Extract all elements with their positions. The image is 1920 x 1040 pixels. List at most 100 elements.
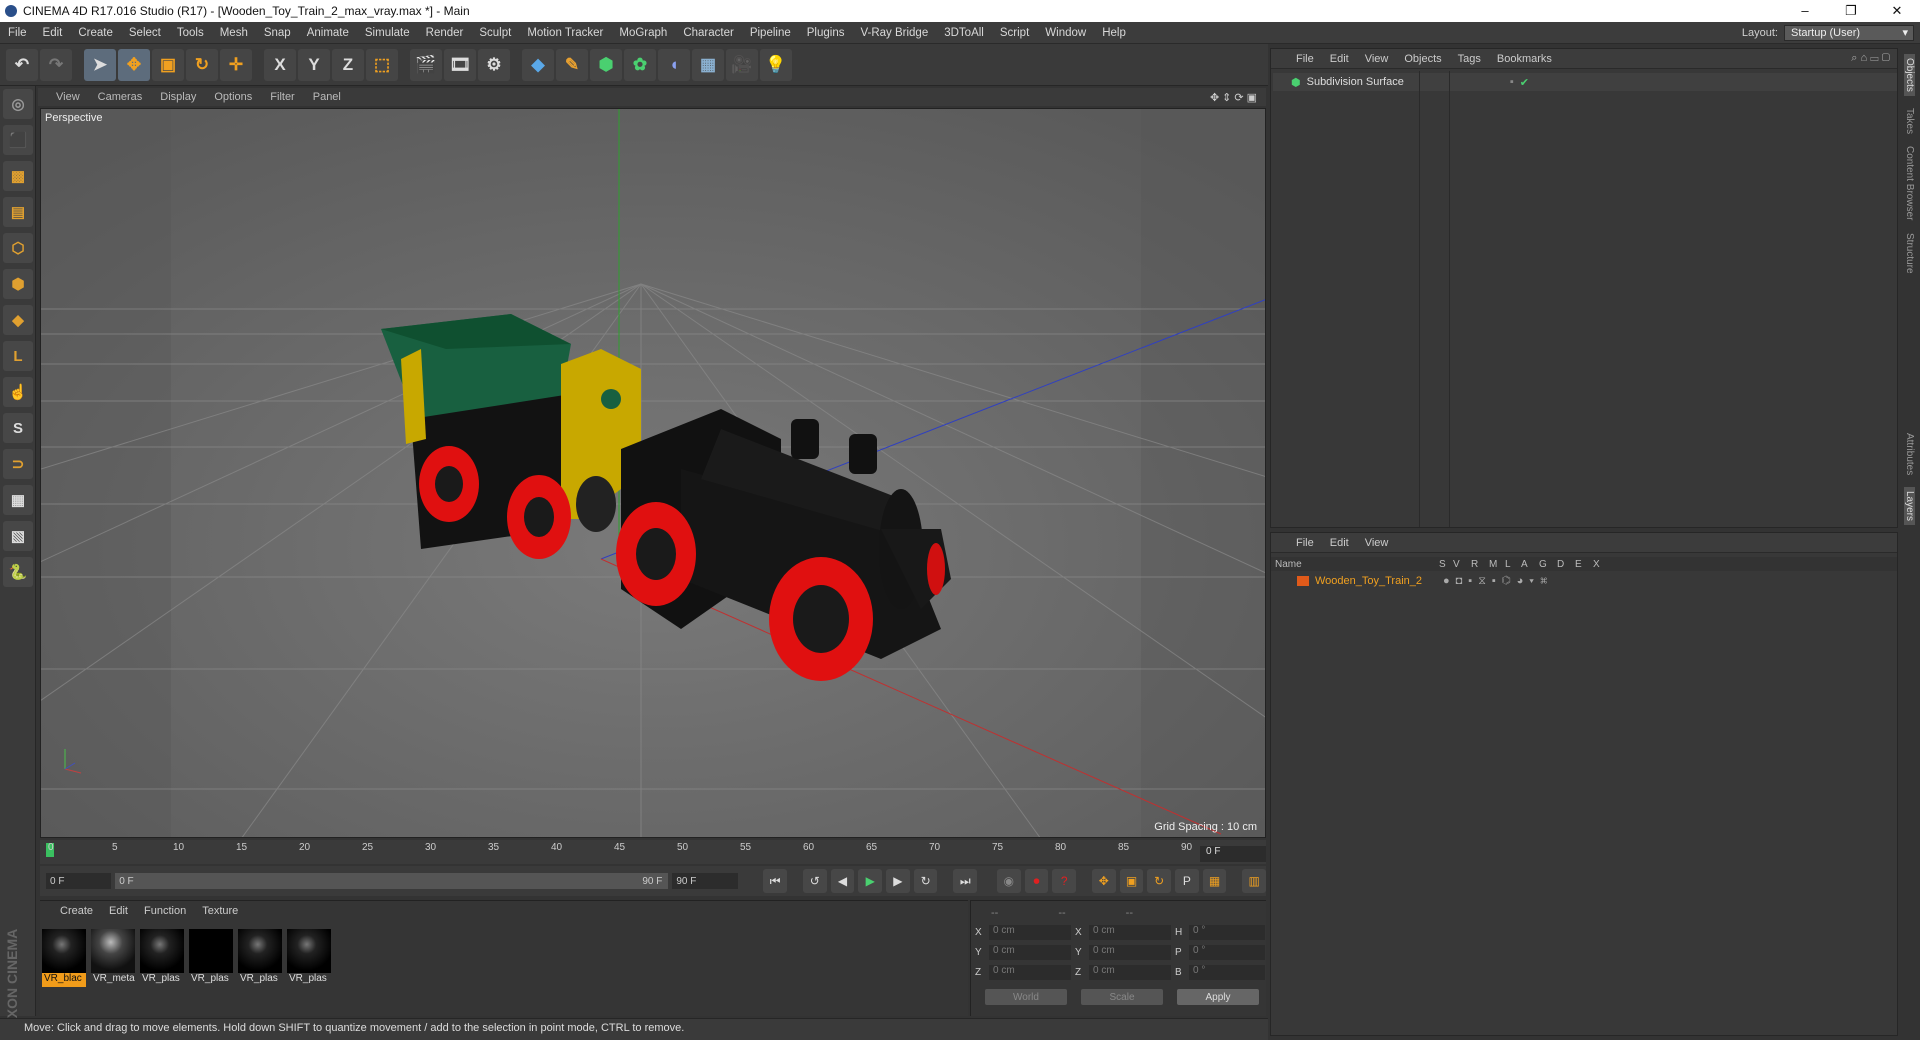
autokey-icon[interactable]: ⏺: [1024, 869, 1049, 893]
move-tool-icon[interactable]: ✥: [118, 48, 150, 81]
menu-character[interactable]: Character: [675, 27, 742, 39]
rotation-b-field[interactable]: 0 °: [1189, 965, 1265, 980]
material-swatch[interactable]: VR_meta: [91, 929, 135, 987]
timeline-ruler[interactable]: 0 5 10 15 20 25 30 35 40 45 50 55 60 65 …: [40, 840, 1266, 864]
object-row[interactable]: ⬢ Subdivision Surface ▪ ✔: [1273, 73, 1897, 91]
layer-color-swatch[interactable]: [1297, 576, 1309, 586]
start-frame-field[interactable]: 0 F: [46, 873, 112, 889]
rotate-tool-icon[interactable]: ↻: [186, 48, 218, 81]
menu-render[interactable]: Render: [418, 27, 472, 39]
viewport-menu-cameras[interactable]: Cameras: [90, 91, 151, 103]
material-swatch[interactable]: VR_plas: [189, 929, 233, 987]
obj-menu-file[interactable]: File: [1289, 53, 1321, 65]
points-mode-icon[interactable]: ⬡: [3, 233, 33, 263]
visibility-toggle-icon[interactable]: ▪: [1510, 76, 1514, 88]
key-rotation-icon[interactable]: ↻: [1147, 869, 1172, 893]
tab-layers[interactable]: Layers: [1904, 487, 1915, 526]
mograph-cloner-icon[interactable]: ✿: [624, 48, 656, 81]
x-axis-lock-button[interactable]: X: [264, 48, 296, 81]
viewport-menu-panel[interactable]: Panel: [305, 91, 349, 103]
menu-motion-tracker[interactable]: Motion Tracker: [519, 27, 611, 39]
prev-key-icon[interactable]: ↺: [802, 869, 827, 893]
floor-icon[interactable]: ▦: [692, 48, 724, 81]
camera-icon[interactable]: 🎥: [726, 48, 758, 81]
material-swatch[interactable]: VR_blac: [42, 929, 86, 987]
material-swatch[interactable]: VR_plas: [238, 929, 282, 987]
layer-menu-file[interactable]: File: [1289, 537, 1321, 549]
tab-structure[interactable]: Structure: [1904, 233, 1915, 274]
light-icon[interactable]: 💡: [760, 48, 792, 81]
workplane-snap-icon[interactable]: ▧: [3, 521, 33, 551]
key-pla-icon[interactable]: ▦: [1202, 869, 1227, 893]
end-frame-field[interactable]: 90 F: [672, 873, 738, 889]
position-z-field[interactable]: 0 cm: [989, 965, 1071, 980]
menu-edit[interactable]: Edit: [35, 27, 71, 39]
obj-menu-tags[interactable]: Tags: [1451, 53, 1488, 65]
mat-menu-edit[interactable]: Edit: [103, 905, 134, 917]
solo-mode-icon[interactable]: S: [3, 413, 33, 443]
tab-objects[interactable]: Objects: [1904, 54, 1915, 96]
next-key-icon[interactable]: ↻: [913, 869, 938, 893]
rotation-p-field[interactable]: 0 °: [1189, 945, 1265, 960]
z-axis-lock-button[interactable]: Z: [332, 48, 364, 81]
menu-sculpt[interactable]: Sculpt: [471, 27, 519, 39]
viewport-menu-view[interactable]: View: [48, 91, 88, 103]
render-picture-viewer-icon[interactable]: 🎞: [444, 48, 476, 81]
undo-icon[interactable]: ↶: [6, 48, 38, 81]
obj-menu-objects[interactable]: Objects: [1397, 53, 1448, 65]
goto-start-icon[interactable]: ⏮: [763, 869, 788, 893]
current-frame-field[interactable]: 0 F: [1200, 846, 1266, 862]
snap-magnet-icon[interactable]: ⊃: [3, 449, 33, 479]
position-x-field[interactable]: 0 cm: [989, 925, 1071, 940]
menu-animate[interactable]: Animate: [299, 27, 357, 39]
redo-icon[interactable]: ↷: [40, 48, 72, 81]
tweak-mode-icon[interactable]: ☝: [3, 377, 33, 407]
menu-mesh[interactable]: Mesh: [212, 27, 256, 39]
menu-pipeline[interactable]: Pipeline: [742, 27, 799, 39]
key-scale-icon[interactable]: ▣: [1119, 869, 1144, 893]
keyframe-help-icon[interactable]: ?: [1052, 869, 1077, 893]
edges-mode-icon[interactable]: ⬢: [3, 269, 33, 299]
y-axis-lock-button[interactable]: Y: [298, 48, 330, 81]
goto-end-icon[interactable]: ⏭: [953, 869, 978, 893]
render-view-icon[interactable]: 🎬: [410, 48, 442, 81]
size-y-field[interactable]: 0 cm: [1089, 945, 1171, 960]
size-z-field[interactable]: 0 cm: [1089, 965, 1171, 980]
python-icon[interactable]: 🐍: [3, 557, 33, 587]
layout-dropdown[interactable]: Startup (User): [1784, 24, 1914, 41]
record-keys-icon[interactable]: ◉: [996, 869, 1021, 893]
workplane-mode-icon[interactable]: ▤: [3, 197, 33, 227]
minimize-button[interactable]: –: [1782, 3, 1828, 19]
world-dropdown[interactable]: World: [985, 989, 1067, 1005]
obj-menu-view[interactable]: View: [1358, 53, 1396, 65]
menu-help[interactable]: Help: [1094, 27, 1134, 39]
subdivision-surface-icon[interactable]: ⬢: [590, 48, 622, 81]
model-mode-icon[interactable]: ⬛: [3, 125, 33, 155]
tab-takes[interactable]: Takes: [1904, 108, 1915, 134]
perspective-viewport[interactable]: Perspective Grid Spacing : 10 cm: [40, 108, 1266, 838]
deformer-icon[interactable]: ◖: [658, 48, 690, 81]
prev-frame-icon[interactable]: ◀: [830, 869, 855, 893]
maximize-button[interactable]: ❐: [1828, 3, 1874, 19]
mat-menu-create[interactable]: Create: [54, 905, 99, 917]
position-y-field[interactable]: 0 cm: [989, 945, 1071, 960]
material-swatch[interactable]: VR_plas: [287, 929, 331, 987]
pen-spline-icon[interactable]: ✎: [556, 48, 588, 81]
key-parameter-icon[interactable]: P: [1175, 869, 1199, 893]
menu-3dtoall[interactable]: 3DToAll: [936, 27, 992, 39]
mat-menu-function[interactable]: Function: [138, 905, 192, 917]
timeline-window-icon[interactable]: ▥: [1242, 869, 1267, 893]
obj-menu-bookmarks[interactable]: Bookmarks: [1490, 53, 1559, 65]
axis-mode-icon[interactable]: L: [3, 341, 33, 371]
scale-dropdown[interactable]: Scale: [1081, 989, 1163, 1005]
play-icon[interactable]: ▶: [858, 869, 883, 893]
search-icon[interactable]: ⌕ ⌂ ▭ ▢: [1844, 52, 1897, 65]
polygons-mode-icon[interactable]: ◆: [3, 305, 33, 335]
coordinate-system-icon[interactable]: ⬚: [366, 48, 398, 81]
layer-row[interactable]: Wooden_Toy_Train_2 ●◘▪⧖▪⌬◕▾⌘: [1271, 573, 1897, 589]
rotation-h-field[interactable]: 0 °: [1189, 925, 1265, 940]
enabled-check-icon[interactable]: ✔: [1520, 76, 1529, 89]
menu-window[interactable]: Window: [1037, 27, 1094, 39]
layer-toggle-icons[interactable]: ●◘▪⧖▪⌬◕▾⌘: [1443, 575, 1554, 588]
render-settings-icon[interactable]: ⚙: [478, 48, 510, 81]
